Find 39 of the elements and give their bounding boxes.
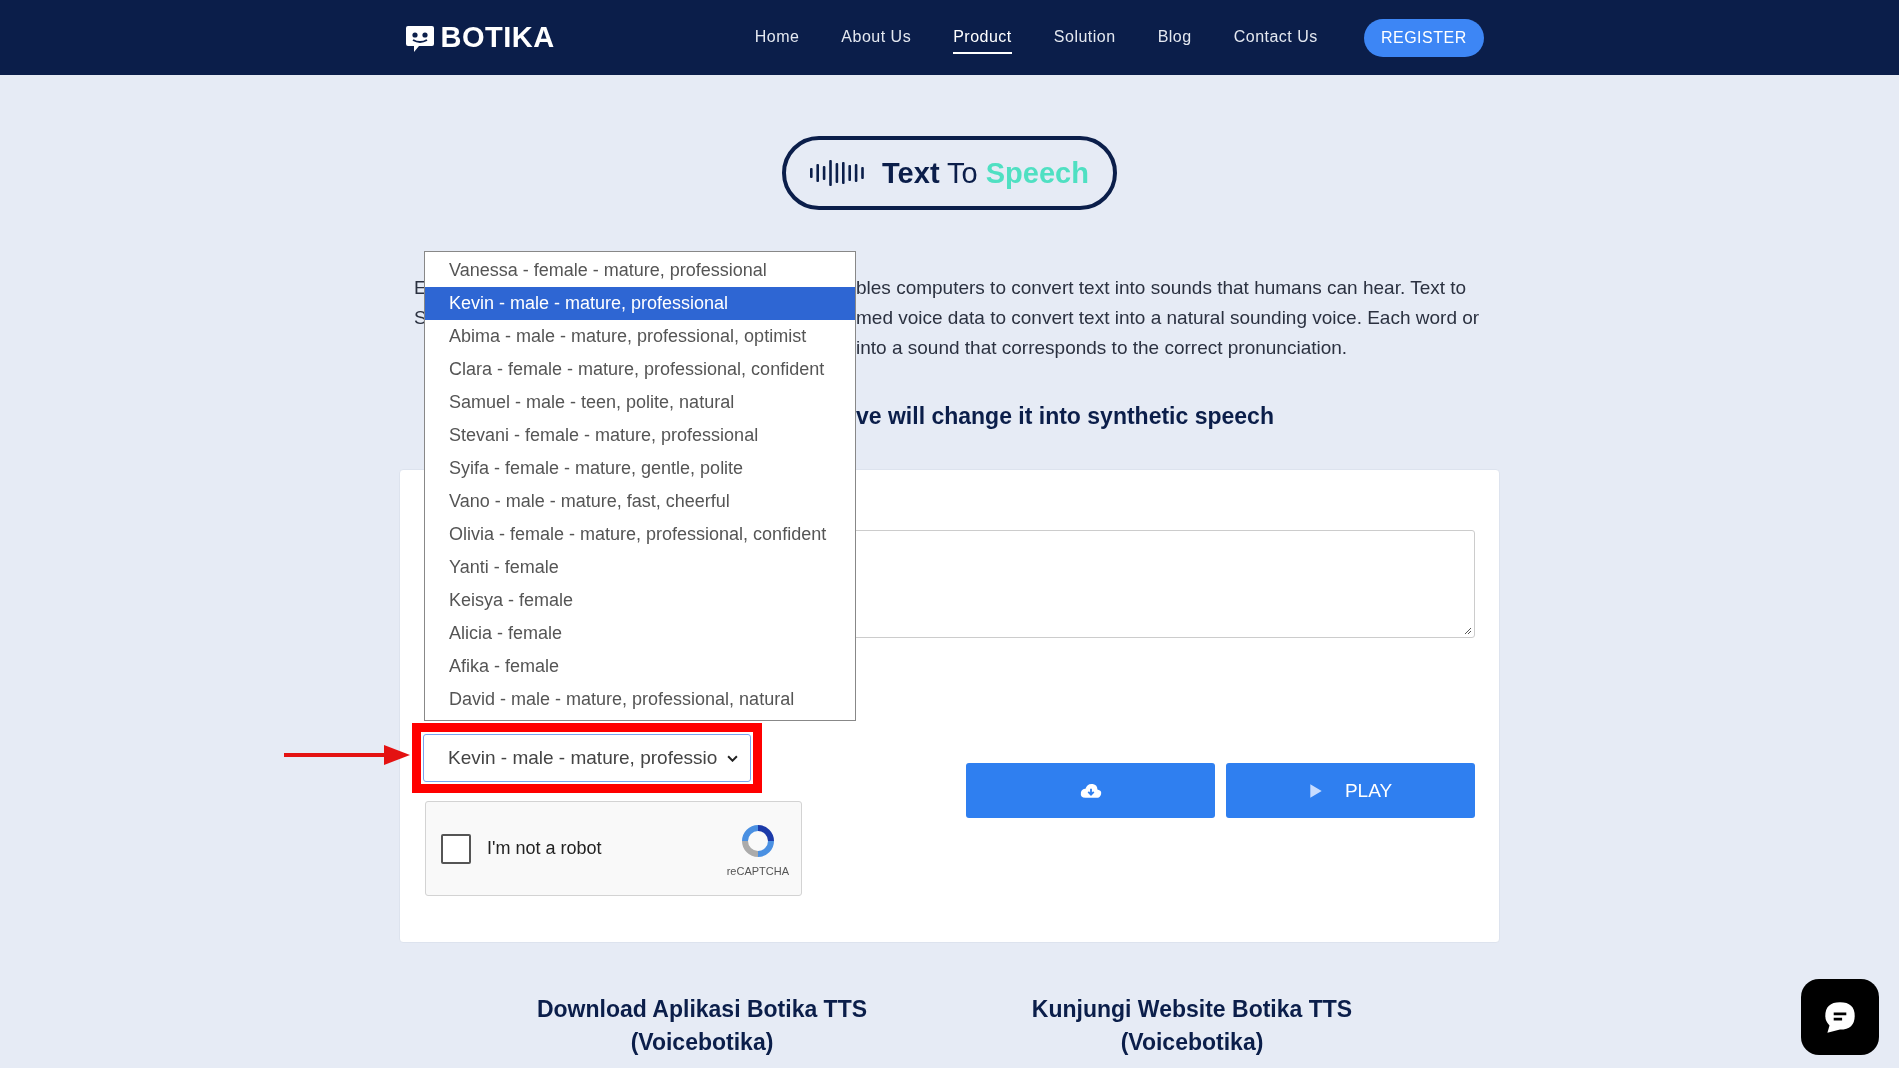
voice-option[interactable]: Samuel - male - teen, polite, natural bbox=[425, 386, 855, 419]
register-button[interactable]: REGISTER bbox=[1363, 18, 1484, 57]
resize-grip-icon bbox=[1464, 627, 1472, 635]
nav-link[interactable]: About Us bbox=[841, 21, 912, 54]
caret-icon bbox=[727, 754, 738, 762]
voice-option[interactable]: Stevani - female - mature, professional bbox=[425, 419, 855, 452]
voice-option[interactable]: Olivia - female - mature, professional, confident bbox=[425, 518, 855, 551]
intro-text: med voice data to convert text into a natural sounding voice. Each word or bbox=[856, 307, 1481, 329]
nav-link[interactable]: Solution bbox=[1053, 21, 1116, 54]
chat-button[interactable] bbox=[1801, 979, 1879, 1055]
voice-option[interactable]: Vano - male - mature, fast, cheerful bbox=[425, 485, 855, 518]
voice-option[interactable]: Kevin - male - mature, professional bbox=[425, 287, 855, 320]
page-title: Text To Speech bbox=[882, 156, 1089, 190]
nav-link[interactable]: Product bbox=[953, 21, 1012, 54]
intro-text: into a sound that corresponds to the correct pronunciation. bbox=[856, 337, 1349, 359]
voice-option[interactable]: Keisya - female bbox=[425, 584, 855, 617]
voice-select[interactable]: Kevin - male - mature, professio bbox=[423, 734, 751, 782]
voice-option[interactable]: Clara - female - mature, professional, confident bbox=[425, 353, 855, 386]
intro-text: bles computers to convert text into sounds that humans can hear. Text to bbox=[856, 277, 1468, 299]
app-link-heading[interactable]: Kunjungi Website Botika TTS (Voicebotika) bbox=[1007, 993, 1377, 1059]
captcha-label: I'm not a robot bbox=[487, 838, 602, 859]
play-button[interactable]: PLAY bbox=[1226, 763, 1475, 818]
voice-option[interactable]: Afika - female bbox=[425, 650, 855, 683]
voice-option[interactable]: Yanti - female bbox=[425, 551, 855, 584]
voice-option[interactable]: David - male - mature, professional, natural bbox=[425, 683, 855, 716]
section-heading: ve will change it into synthetic speech bbox=[856, 405, 1275, 427]
play-icon bbox=[1308, 782, 1323, 799]
app-link-heading[interactable]: Download Aplikasi Botika TTS (Voicebotika) bbox=[517, 993, 887, 1059]
captcha-brand: reCAPTCHA bbox=[726, 864, 789, 877]
nav-link[interactable]: Blog bbox=[1157, 21, 1192, 54]
voice-option[interactable]: Abima - male - mature, professional, optimist bbox=[425, 320, 855, 353]
voice-option[interactable]: Alicia - female bbox=[425, 617, 855, 650]
cloud-download-icon bbox=[1079, 782, 1102, 799]
voice-option[interactable]: Vanessa - female - mature, professional bbox=[425, 254, 855, 287]
nav-link[interactable]: Home bbox=[754, 21, 800, 54]
logo-text[interactable]: BOTIKA bbox=[440, 21, 555, 54]
captcha-checkbox[interactable] bbox=[441, 833, 471, 864]
voice-option[interactable]: Syifa - female - mature, gentle, polite bbox=[425, 452, 855, 485]
nav-link[interactable]: Contact Us bbox=[1233, 21, 1318, 54]
